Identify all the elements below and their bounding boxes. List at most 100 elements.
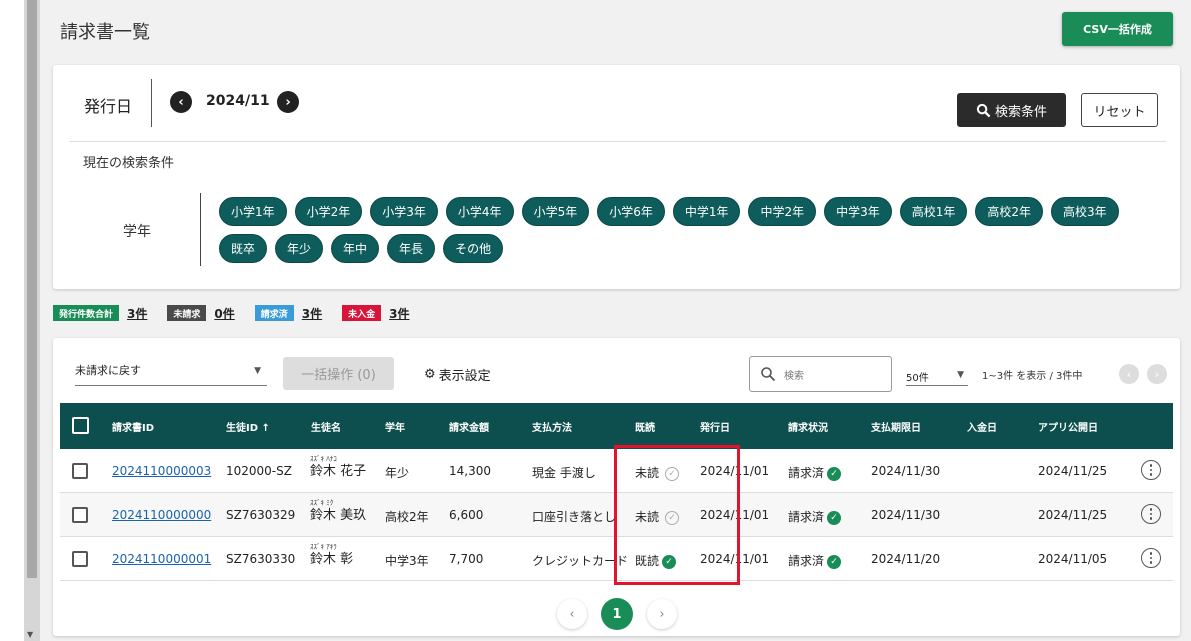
pagination-prev-icon[interactable]: ‹: [557, 599, 587, 629]
grade: 中学3年: [385, 554, 429, 568]
display-settings-label: 表示設定: [438, 369, 491, 384]
grade-chip[interactable]: 高校1年: [899, 197, 968, 226]
col-paid-date[interactable]: 入金日: [967, 419, 997, 434]
grade-chip[interactable]: 中学3年: [824, 197, 892, 226]
col-payment[interactable]: 支払方法: [532, 419, 572, 434]
more-options-icon[interactable]: [1141, 504, 1161, 524]
check-circle-icon: ✓: [827, 554, 842, 569]
grade: 高校2年: [385, 510, 429, 524]
per-page-select[interactable]: 50件 ▼: [906, 362, 968, 386]
reset-button[interactable]: リセット: [1081, 93, 1158, 127]
prev-month-button[interactable]: ‹: [170, 91, 192, 113]
invoice-status: 請求済 ✓: [788, 552, 842, 569]
grade-chip[interactable]: 年長: [387, 234, 436, 263]
invoice-id-link[interactable]: 2024110000003: [112, 464, 211, 478]
amount: 7,700: [449, 552, 484, 566]
stat-value-billed[interactable]: 3件: [302, 305, 322, 322]
sort-up-icon: ↑: [261, 423, 270, 434]
row-checkbox[interactable]: [72, 507, 88, 523]
grade-chip[interactable]: 年少: [275, 234, 324, 263]
search-icon: [976, 103, 991, 117]
next-page-icon[interactable]: ›: [1147, 364, 1167, 384]
check-circle-icon: ✓: [827, 466, 842, 481]
grade-chip[interactable]: 小学1年: [219, 197, 287, 226]
search-input[interactable]: 検索: [749, 356, 892, 392]
table-header: 請求書ID 生徒ID ↑ 生徒名 学年 請求金額 支払方法 既読 発行日 請求状…: [60, 403, 1173, 449]
grade-chip[interactable]: 既卒: [219, 234, 268, 263]
invoice-status-label: 請求済: [788, 554, 825, 568]
grade-chip[interactable]: 中学2年: [748, 197, 817, 226]
grade-chip[interactable]: 高校3年: [1051, 197, 1119, 226]
grade-chip[interactable]: 小学5年: [521, 197, 590, 226]
current-conditions-label: 現在の検索条件: [83, 156, 175, 171]
student-name-kana: ｽｽﾞｷ ﾐｸ: [310, 499, 334, 507]
col-read[interactable]: 既読: [635, 419, 655, 434]
search-conditions-button[interactable]: 検索条件: [957, 93, 1066, 127]
stat-value-issued-total[interactable]: 3件: [127, 305, 147, 322]
col-issue-date[interactable]: 発行日: [700, 419, 730, 434]
page-title: 請求書一覧: [60, 22, 150, 43]
payment-method: 現金 手渡し: [532, 466, 596, 480]
col-invoice-id[interactable]: 請求書ID: [112, 419, 154, 434]
bulk-action-select[interactable]: 未請求に戻す ▼: [75, 358, 267, 386]
scroll-down-icon[interactable]: ▼: [27, 630, 33, 639]
more-options-icon[interactable]: [1141, 460, 1161, 480]
display-settings-button[interactable]: ⚙ 表示設定: [424, 365, 491, 384]
grade-chip[interactable]: 小学2年: [294, 197, 363, 226]
col-amount[interactable]: 請求金額: [449, 419, 489, 434]
grade-chip[interactable]: 高校2年: [975, 197, 1044, 226]
grade-label: 学年: [123, 224, 151, 240]
read-column-highlight: [614, 445, 740, 585]
grade-chip[interactable]: 中学1年: [672, 197, 741, 226]
student-name-kana: ｽｽﾞｷ ﾊﾅｺ: [310, 455, 337, 463]
col-student-name[interactable]: 生徒名: [311, 419, 341, 434]
gear-icon: ⚙: [424, 367, 436, 382]
more-options-icon[interactable]: [1141, 548, 1161, 568]
grade-chip[interactable]: その他: [443, 234, 504, 263]
prev-page-icon[interactable]: ‹: [1119, 364, 1139, 384]
col-grade[interactable]: 学年: [385, 419, 405, 434]
check-circle-icon: ✓: [827, 510, 842, 525]
stat-value-unpaid[interactable]: 3件: [389, 305, 409, 322]
bulk-action-button[interactable]: 一括操作 (0): [283, 357, 394, 390]
pagination-next-icon[interactable]: ›: [647, 599, 677, 629]
grade-chip[interactable]: 小学6年: [597, 197, 665, 226]
pagination-current-page[interactable]: 1: [601, 598, 633, 630]
scrollbar-thumb[interactable]: [27, 0, 37, 578]
bulk-action-value: 未請求に戻す: [75, 364, 141, 377]
student-name-kanji: 鈴木 彰: [310, 552, 354, 567]
stat-badge-unpaid: 未入金: [342, 305, 382, 321]
row-checkbox[interactable]: [72, 463, 88, 479]
col-student-id-label: 生徒ID: [226, 423, 259, 434]
due-date: 2024/11/20: [871, 552, 941, 566]
invoice-stats: 発行件数合計 3件 未請求 0件 請求済 3件 未入金 3件: [53, 304, 430, 322]
grade-chip[interactable]: 小学3年: [370, 197, 438, 226]
stat-badge-issued-total: 発行件数合計: [53, 305, 120, 321]
invoice-status: 請求済 ✓: [788, 464, 842, 481]
grade-chips: 小学1年 小学2年 小学3年 小学4年 小学5年 小学6年 中学1年 中学2年 …: [219, 197, 1139, 263]
col-due-date[interactable]: 支払期限日: [871, 419, 921, 434]
due-date: 2024/11/30: [871, 508, 941, 522]
amount: 6,600: [449, 508, 484, 522]
student-name-kana: ｽｽﾞｷ ｱｷﾗ: [310, 543, 337, 551]
per-page-value: 50件: [906, 373, 929, 384]
csv-bulk-create-button[interactable]: CSV一括作成: [1062, 12, 1173, 46]
row-checkbox[interactable]: [72, 551, 88, 567]
next-month-button[interactable]: ›: [277, 91, 299, 113]
due-date: 2024/11/30: [871, 464, 941, 478]
select-all-checkbox[interactable]: [72, 417, 89, 434]
col-app-publish-date[interactable]: アプリ公開日: [1038, 419, 1098, 434]
chevron-right-icon: ›: [285, 94, 291, 110]
col-invoice-status[interactable]: 請求状況: [788, 419, 828, 434]
search-icon: [761, 367, 776, 382]
invoice-id-link[interactable]: 2024110000001: [112, 552, 211, 566]
col-student-id[interactable]: 生徒ID ↑: [226, 419, 270, 434]
grade-chip[interactable]: 小学4年: [445, 197, 514, 226]
student-name: ｽｽﾞｷ ﾐｸ 鈴木 美玖: [310, 499, 366, 524]
caret-down-icon: ▼: [254, 366, 261, 376]
stat-value-unbilled[interactable]: 0件: [214, 305, 234, 322]
search-panel: 発行日 ‹ 2024/11 › 検索条件 リセット 現在の検索条件 学年 小学1…: [53, 65, 1180, 289]
grade-chip[interactable]: 年中: [331, 234, 380, 263]
invoice-status: 請求済 ✓: [788, 508, 842, 525]
invoice-id-link[interactable]: 2024110000000: [112, 508, 211, 522]
